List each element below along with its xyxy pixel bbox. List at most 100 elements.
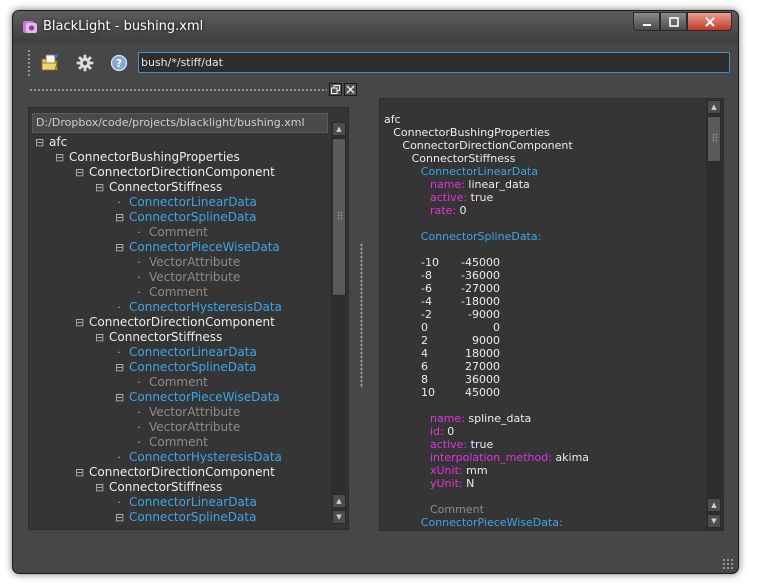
spline-y-value: -36000 xyxy=(461,269,500,282)
scroll-thumb[interactable] xyxy=(707,116,721,162)
help-icon: ? xyxy=(110,54,128,72)
tree-node-label: ConnectorPieceWiseData xyxy=(129,240,280,254)
property-value: 0 xyxy=(459,204,467,217)
maximize-button[interactable] xyxy=(660,12,687,31)
collapse-icon[interactable]: ⊟ xyxy=(95,330,104,345)
spline-y-value: -9000 xyxy=(468,308,500,321)
scroll-up-button-lower[interactable]: ▲ xyxy=(332,494,346,508)
leaf-dot-icon: · xyxy=(117,451,121,464)
status-bar xyxy=(13,541,738,573)
arrow-up-icon: ▲ xyxy=(711,501,717,509)
scroll-down-button[interactable]: ▼ xyxy=(332,510,346,524)
leaf-dot-icon: · xyxy=(137,376,141,389)
scroll-up-button-lower[interactable]: ▲ xyxy=(707,498,721,512)
collapse-icon[interactable]: ⊟ xyxy=(75,165,84,180)
help-button[interactable]: ? xyxy=(109,53,129,73)
node-label: afc xyxy=(384,113,401,126)
collapse-icon[interactable]: ⊟ xyxy=(95,180,104,195)
scroll-up-button[interactable]: ▲ xyxy=(332,122,346,136)
detail-panel: afc ConnectorBushingProperties ConnectorDi… xyxy=(379,98,724,531)
property-key: name: xyxy=(430,529,468,530)
property-value: mm xyxy=(466,464,488,477)
property-key: interpolation_method: xyxy=(430,451,556,464)
tree-node-label: ConnectorBushingProperties xyxy=(69,150,240,164)
tree-node-label: VectorAttribute xyxy=(149,270,241,284)
open-file-button[interactable] xyxy=(40,53,60,73)
scroll-down-button[interactable]: ▼ xyxy=(707,514,721,528)
spline-y-value: 0 xyxy=(493,321,500,334)
tree-scrollbar[interactable]: ▲ ▲ ▼ xyxy=(331,122,347,524)
detail-line: name: piecewise_data xyxy=(430,529,553,530)
collapse-icon[interactable]: ⊟ xyxy=(115,360,124,375)
toolbar-grip[interactable] xyxy=(27,49,31,77)
detail-line: yUnit: N xyxy=(430,477,474,490)
settings-button[interactable] xyxy=(75,53,95,73)
dock-grip[interactable] xyxy=(29,88,327,92)
property-value: akima xyxy=(555,451,590,464)
collapse-icon[interactable]: ⊟ xyxy=(115,240,124,255)
resize-grip[interactable] xyxy=(722,558,734,570)
property-key: yUnit: xyxy=(430,477,467,490)
file-path-label: D:/Dropbox/code/projects/blacklight/bush… xyxy=(32,113,328,133)
detail-line: id: 0 xyxy=(430,425,454,438)
leaf-dot-icon: · xyxy=(137,436,141,449)
title-bar[interactable]: BlackLight - bushing.xml xyxy=(13,11,738,43)
collapse-icon[interactable]: ⊟ xyxy=(95,480,104,495)
collapse-icon[interactable]: ⊟ xyxy=(115,510,124,525)
property-key: rate: xyxy=(430,204,460,217)
panel-splitter[interactable] xyxy=(360,243,363,388)
property-key: active: xyxy=(430,191,471,204)
node-label: Comment xyxy=(430,503,484,516)
collapse-icon[interactable]: ⊟ xyxy=(35,135,44,150)
path-query-input[interactable] xyxy=(138,52,730,73)
tree-node-label: ConnectorHysteresisData xyxy=(129,450,282,464)
collapse-icon[interactable]: ⊟ xyxy=(115,390,124,405)
leaf-dot-icon: · xyxy=(137,271,141,284)
detail-text-view[interactable]: afc ConnectorBushingProperties ConnectorDi… xyxy=(380,99,705,530)
tree-node-label: ConnectorPieceWiseData xyxy=(129,390,280,404)
open-file-icon xyxy=(41,54,59,71)
collapse-icon[interactable]: ⊟ xyxy=(115,210,124,225)
arrow-down-icon: ▼ xyxy=(336,513,342,521)
detail-scrollbar[interactable]: ▲ ▲ ▼ xyxy=(706,100,722,530)
close-button[interactable] xyxy=(687,12,732,31)
detail-line: active: true xyxy=(430,191,493,204)
tree-node-label: VectorAttribute xyxy=(149,255,241,269)
tree-dock-header xyxy=(27,83,357,97)
tree-node-label: afc xyxy=(49,135,68,149)
spline-x-value: 8 xyxy=(421,373,428,386)
tree-node-label: Comment xyxy=(149,285,208,299)
spline-x-value: -8 xyxy=(421,269,432,282)
spline-y-value: -18000 xyxy=(461,295,500,308)
spline-x-value: -6 xyxy=(421,282,432,295)
float-window-icon xyxy=(331,85,340,94)
detail-line: Comment xyxy=(430,503,484,516)
collapse-icon[interactable]: ⊟ xyxy=(75,465,84,480)
dock-float-button[interactable] xyxy=(329,83,342,96)
leaf-dot-icon: · xyxy=(117,346,121,359)
collapse-icon[interactable]: ⊟ xyxy=(55,150,64,165)
tree-node-label: Comment xyxy=(149,435,208,449)
minimize-button[interactable] xyxy=(633,12,660,31)
spline-y-value: 27000 xyxy=(465,360,500,373)
tree-node-label: ConnectorStiffness xyxy=(109,480,223,494)
scroll-grip xyxy=(712,133,718,143)
property-key: name: xyxy=(430,178,469,191)
spline-x-value: -4 xyxy=(421,295,432,308)
close-icon xyxy=(704,16,715,27)
scroll-up-button[interactable]: ▲ xyxy=(707,100,721,114)
tree-node-label: ConnectorSplineData xyxy=(129,510,257,524)
scroll-thumb[interactable] xyxy=(332,138,346,296)
property-value: true xyxy=(470,191,494,204)
gear-icon xyxy=(76,54,94,72)
leaf-dot-icon: · xyxy=(137,406,141,419)
xml-tree-view[interactable]: ⊟ afc ⊟ ConnectorBushingProperties ⊟ Connecto… xyxy=(29,135,329,529)
detail-line: ConnectorPieceWiseData: xyxy=(421,516,563,529)
spline-y-value: -45000 xyxy=(461,256,500,269)
leaf-dot-icon: · xyxy=(137,256,141,269)
collapse-icon[interactable]: ⊟ xyxy=(75,315,84,330)
node-label: ConnectorPieceWiseData: xyxy=(420,516,563,529)
dock-close-button[interactable] xyxy=(344,83,357,96)
spline-y-value: -27000 xyxy=(461,282,500,295)
toolbar: ? xyxy=(13,43,738,83)
